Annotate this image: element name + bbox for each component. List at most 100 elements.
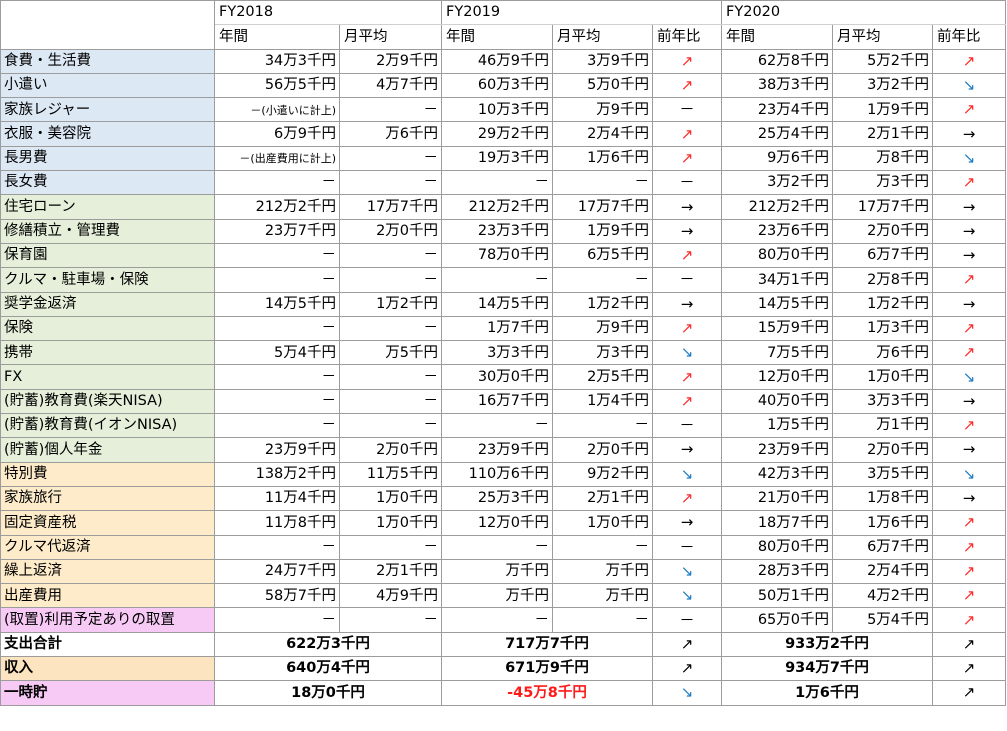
value-cell: － — [338, 242, 443, 269]
value-cell: 30万0千円 — [441, 364, 554, 390]
value-cell: －(小遣いに計上) — [214, 97, 340, 123]
yoy-arrow-icon: ↘ — [652, 461, 723, 487]
yoy-arrow-icon: ↗ — [932, 558, 1007, 585]
value-cell: 万3千円 — [552, 340, 654, 366]
value-cell: 1万8千円 — [832, 485, 934, 512]
value-cell: 50万1千円 — [721, 583, 834, 609]
table-row: 家族旅行 11万4千円 1万0千円 25万3千円 2万1千円 ↗ 21万0千円 1万8千円 → — [0, 485, 1007, 512]
yoy-arrow-icon: － — [652, 97, 723, 123]
value-cell: 17万7千円 — [832, 194, 934, 220]
value-cell: －(出産費用に計上) — [214, 145, 340, 172]
value-cell: 3万9千円 — [552, 48, 654, 74]
value-cell: － — [552, 534, 654, 560]
row-label: クルマ・駐車場・保険 — [0, 267, 215, 293]
value-cell: 62万8千円 — [721, 48, 834, 74]
value-cell: 3万3千円 — [441, 340, 554, 366]
value-cell: － — [552, 413, 654, 439]
value-cell: 29万2千円 — [441, 121, 554, 147]
value-cell: 1万6千円 — [552, 145, 654, 172]
table-row: 修繕積立・管理費 23万7千円 2万0千円 23万3千円 1万9千円 → 23万6千円 2万0… — [0, 218, 1007, 244]
value-cell: － — [214, 315, 340, 342]
value-cell: 2万0千円 — [552, 437, 654, 463]
table-row: クルマ代返済－－－－－ 80万0千円 6万7千円 ↗ — [0, 534, 1007, 560]
value-cell: － — [552, 170, 654, 196]
value-cell: 5万0千円 — [552, 72, 654, 99]
value-cell: 1万2千円 — [832, 291, 934, 317]
row-label: 修繕積立・管理費 — [0, 218, 215, 244]
value-cell: 15万9千円 — [721, 315, 834, 342]
value-cell: 34万3千円 — [214, 48, 340, 74]
value-cell: 12万0千円 — [441, 510, 554, 536]
table-row: 小遣い 56万5千円 4万7千円 60万3千円 5万0千円 ↗ 38万3千円 3万2千円 ↘ — [0, 72, 1007, 99]
value-cell: 23万3千円 — [441, 218, 554, 244]
total-fy2020: 933万2千円 — [721, 631, 934, 658]
row-label: (貯蓄)教育費(イオンNISA) — [0, 413, 215, 439]
value-cell: 2万8千円 — [832, 267, 934, 293]
value-cell: － — [338, 145, 443, 172]
table-row: (取置)利用予定ありの取置－－－－－ 65万0千円 5万4千円 ↗ — [0, 607, 1007, 633]
value-cell: 2万1千円 — [552, 485, 654, 512]
value-cell: 34万1千円 — [721, 267, 834, 293]
yoy-arrow-icon: － — [652, 413, 723, 439]
yoy-arrow-icon: → — [652, 437, 723, 463]
yoy-arrow-icon: ↗ — [652, 485, 723, 512]
yoy-arrow-icon: ↘ — [932, 72, 1007, 99]
value-cell: 万8千円 — [832, 145, 934, 172]
value-cell: 6万7千円 — [832, 534, 934, 560]
table-row: 家族レジャー －(小遣いに計上) － 10万3千円 万9千円－ 23万4千円 1万9千円 ↗ — [0, 97, 1007, 123]
value-cell: 1万2千円 — [552, 291, 654, 317]
total-yoy-2019-icon: ↗ — [652, 631, 723, 658]
value-cell: 14万5千円 — [214, 291, 340, 317]
yoy-arrow-icon: ↗ — [932, 315, 1007, 342]
yoy-arrow-icon: ↗ — [652, 145, 723, 172]
row-label: 住宅ローン — [0, 194, 215, 220]
value-cell: 18万7千円 — [721, 510, 834, 536]
table-row: 長女費－－－－－ 3万2千円 万3千円 ↗ — [0, 170, 1007, 196]
header-yoy-2019: 前年比 — [652, 24, 723, 50]
value-cell: 2万0千円 — [338, 437, 443, 463]
total-fy2018: 640万4千円 — [213, 656, 443, 682]
value-cell: 12万0千円 — [721, 364, 834, 390]
yoy-arrow-icon: ↗ — [932, 413, 1007, 439]
value-cell: 2万4千円 — [832, 558, 934, 585]
yoy-arrow-icon: ↗ — [932, 340, 1007, 366]
row-label: (貯蓄)教育費(楽天NISA) — [0, 388, 215, 415]
value-cell: 2万0千円 — [832, 218, 934, 244]
row-label: クルマ代返済 — [0, 534, 215, 560]
value-cell: 4万7千円 — [338, 72, 443, 99]
value-cell: 16万7千円 — [441, 388, 554, 415]
value-cell: － — [338, 315, 443, 342]
row-label: 家族旅行 — [0, 485, 215, 512]
total-yoy-2020-icon: ↗ — [932, 631, 1007, 658]
yoy-arrow-icon: ↗ — [652, 48, 723, 74]
yoy-arrow-icon: － — [652, 607, 723, 633]
value-cell: 40万0千円 — [721, 388, 834, 415]
table-row: (貯蓄)教育費(イオンNISA) －－－－－ 1万5千円 万1千円 ↗ — [0, 413, 1007, 439]
yoy-arrow-icon: → — [932, 218, 1007, 244]
total-label: 支出合計 — [0, 631, 215, 658]
value-cell: 2万1千円 — [338, 558, 443, 585]
value-cell: 万千円 — [552, 583, 654, 609]
header-monthly-2018: 月平均 — [338, 24, 443, 50]
value-cell: 2万5千円 — [552, 364, 654, 390]
row-label: 家族レジャー — [0, 97, 215, 123]
value-cell: 212万2千円 — [441, 194, 554, 220]
yoy-arrow-icon: ↘ — [932, 145, 1007, 172]
value-cell: 1万0千円 — [832, 364, 934, 390]
value-cell: 38万3千円 — [721, 72, 834, 99]
table-row: 衣服・美容院 6万9千円 万6千円 29万2千円 2万4千円 ↗ 25万4千円 2万1千円 → — [0, 121, 1007, 147]
value-cell: 6万5千円 — [552, 242, 654, 269]
yoy-arrow-icon: → — [652, 194, 723, 220]
value-cell: － — [214, 534, 340, 560]
value-cell: 1万0千円 — [338, 485, 443, 512]
yoy-arrow-icon: → — [932, 485, 1007, 512]
value-cell: 1万9千円 — [552, 218, 654, 244]
value-cell: 17万7千円 — [552, 194, 654, 220]
yoy-arrow-icon: ↘ — [652, 558, 723, 585]
total-fy2019: 671万9千円 — [441, 656, 654, 682]
table-row: 特別費 138万2千円 11万5千円 110万6千円 9万2千円 ↘ 42万3千円 3万5千円… — [0, 461, 1007, 487]
yoy-arrow-icon: ↗ — [652, 242, 723, 269]
value-cell: 万9千円 — [552, 97, 654, 123]
yoy-arrow-icon: － — [652, 267, 723, 293]
yoy-arrow-icon: ↘ — [932, 364, 1007, 390]
